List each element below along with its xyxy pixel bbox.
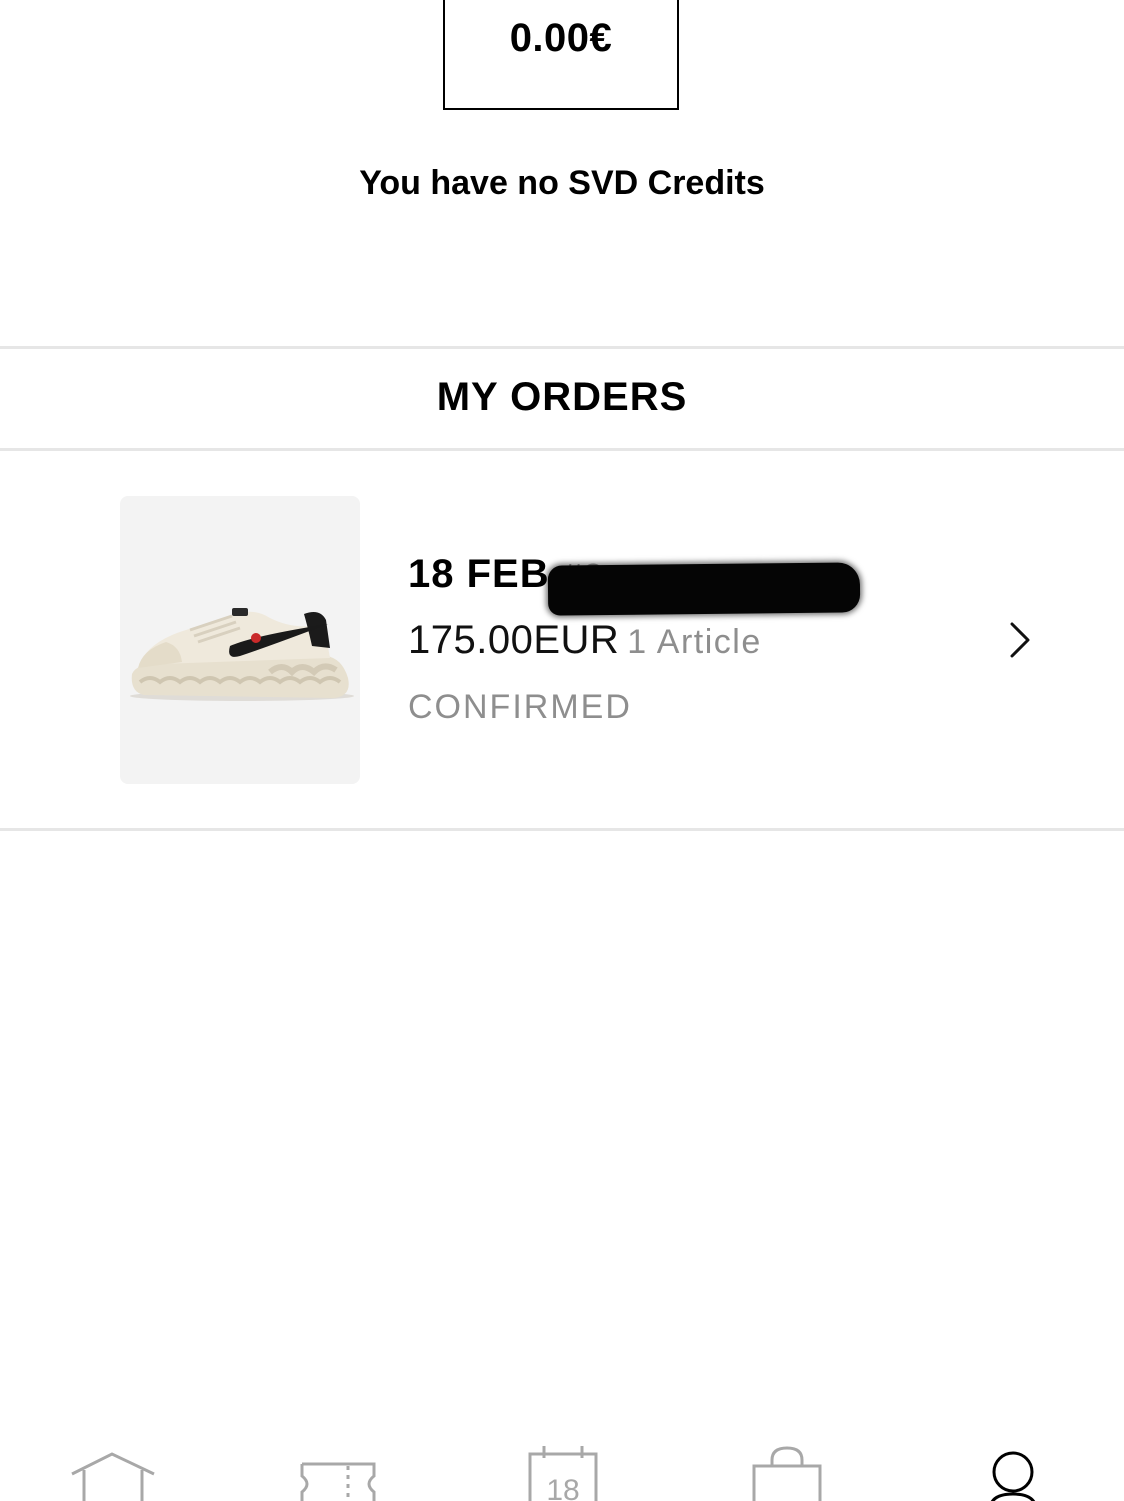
- tab-shop[interactable]: [738, 1430, 838, 1501]
- credit-balance-box: 0.00€: [443, 0, 679, 110]
- home-icon: [71, 1452, 155, 1501]
- ticket-icon: [300, 1462, 376, 1501]
- calendar-badge: 18: [546, 1474, 580, 1501]
- profile-icon: [990, 1451, 1036, 1501]
- bottom-tab-bar: 18: [0, 1430, 1124, 1501]
- order-date: 18 FEB: [408, 552, 550, 596]
- credit-amount: 0.00€: [509, 15, 613, 60]
- divider-top: [0, 346, 1124, 349]
- no-credits-message: You have no SVD Credits: [359, 164, 765, 202]
- order-row[interactable]: 18 FEB #2 175.00EUR1 Article CONFIRMED: [0, 452, 1124, 828]
- tab-calendar[interactable]: 18: [514, 1430, 614, 1501]
- order-article-count: 1 Article: [627, 623, 762, 661]
- divider-bottom: [0, 828, 1124, 831]
- order-price: 175.00EUR: [408, 618, 620, 662]
- chevron-right-icon[interactable]: [1002, 620, 1038, 660]
- divider-title: [0, 448, 1124, 451]
- order-status: CONFIRMED: [408, 688, 632, 726]
- shopping-bag-icon: [752, 1446, 822, 1501]
- tab-tickets[interactable]: [290, 1430, 390, 1501]
- sneaker-image: [130, 608, 354, 701]
- tab-home[interactable]: [64, 1430, 164, 1501]
- tab-profile[interactable]: [964, 1430, 1064, 1501]
- orders-section-title: MY ORDERS: [436, 375, 688, 419]
- order-price-line: 175.00EUR 1 Article: [408, 618, 762, 663]
- redaction-mark: [547, 562, 861, 616]
- product-thumbnail: [120, 496, 360, 784]
